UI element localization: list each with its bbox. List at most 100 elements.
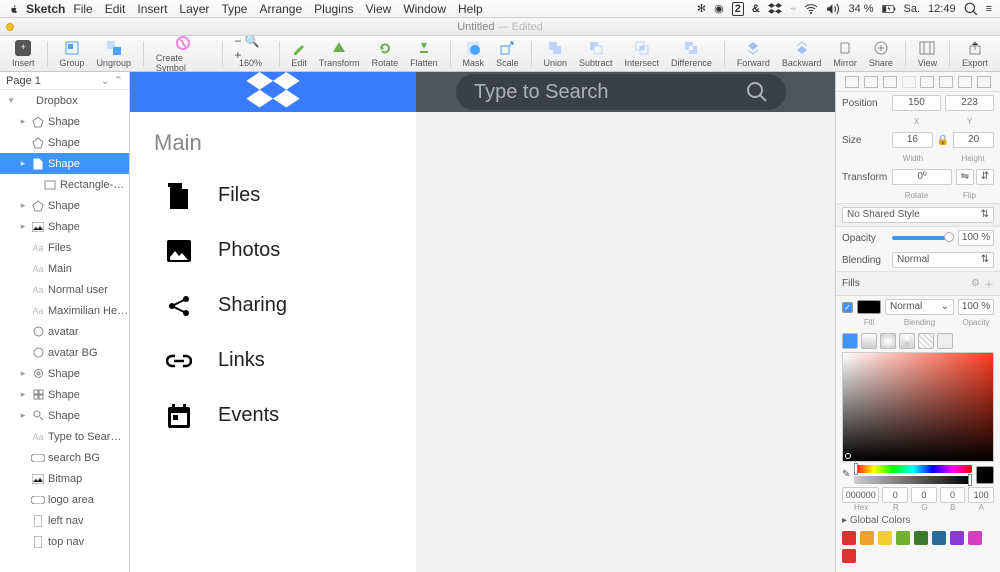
subtract-button[interactable]: Subtract (573, 39, 619, 68)
pages-header[interactable]: Page 1 ⌄⌃ (0, 72, 129, 90)
b-field[interactable]: 0 (940, 487, 966, 503)
group-button[interactable]: Group (53, 39, 90, 68)
tray-icon[interactable]: & (752, 3, 760, 15)
g-field[interactable]: 0 (911, 487, 937, 503)
menu-type[interactable]: Type (221, 2, 247, 16)
ungroup-button[interactable]: Ungroup (90, 39, 137, 68)
battery-icon[interactable] (882, 2, 896, 16)
union-button[interactable]: Union (537, 39, 573, 68)
hue-slider[interactable] (854, 465, 972, 473)
menu-edit[interactable]: Edit (105, 2, 126, 16)
global-colors-header[interactable]: ▸ Global Colors (836, 512, 1000, 529)
layer-item[interactable]: Rectangle-path (0, 174, 129, 195)
layer-item[interactable]: AaFiles (0, 237, 129, 258)
layer-item[interactable]: Bitmap (0, 468, 129, 489)
position-x-field[interactable]: 150 (892, 95, 941, 111)
tray-icon[interactable]: ✻ (697, 2, 706, 15)
layer-item[interactable]: logo area (0, 489, 129, 510)
scale-button[interactable]: Scale (490, 39, 525, 68)
layer-item[interactable]: AaNormal user (0, 279, 129, 300)
layer-item[interactable]: ▸Shape (0, 195, 129, 216)
edit-button[interactable]: Edit (285, 39, 313, 68)
layer-item[interactable]: ▸Shape (0, 384, 129, 405)
flip-v-button[interactable]: ⇵ (976, 169, 994, 185)
chevron-up-icon[interactable]: ⌃ (114, 74, 123, 87)
color-swatch[interactable] (842, 531, 856, 545)
layer-item[interactable]: AaType to Sear… (0, 426, 129, 447)
volume-icon[interactable] (826, 2, 840, 16)
menu-view[interactable]: View (366, 2, 392, 16)
color-swatch[interactable] (878, 531, 892, 545)
export-button[interactable]: Export (956, 39, 994, 68)
color-swatch[interactable] (950, 531, 964, 545)
shared-style-select[interactable]: No Shared Style⇅ (842, 207, 994, 223)
r-field[interactable]: 0 (882, 487, 908, 503)
fill-type-tabs[interactable] (836, 330, 1000, 352)
menu-help[interactable]: Help (458, 2, 483, 16)
flatten-button[interactable]: Flatten (404, 39, 444, 68)
bluetooth-icon[interactable]: ⌁ (790, 2, 797, 15)
alpha-slider[interactable] (854, 476, 972, 484)
rotate-field[interactable]: 0º (892, 169, 952, 185)
layer-item[interactable]: ▸Shape (0, 405, 129, 426)
width-field[interactable]: 16 (892, 132, 933, 148)
mirror-button[interactable]: Mirror (827, 39, 863, 68)
menu-file[interactable]: File (73, 2, 92, 16)
height-field[interactable]: 20 (953, 132, 994, 148)
alignment-controls[interactable] (836, 72, 1000, 92)
intersect-button[interactable]: Intersect (619, 39, 666, 68)
color-swatch[interactable] (968, 531, 982, 545)
fill-blend-select[interactable]: Normal⌄ (885, 299, 954, 315)
spotlight-icon[interactable] (964, 2, 978, 16)
layer-item[interactable]: avatar BG (0, 342, 129, 363)
add-icon[interactable]: ＋ (984, 276, 994, 291)
hex-field[interactable]: 000000 (842, 487, 879, 503)
create-symbol-button[interactable]: Create Symbol (150, 34, 216, 73)
tray-icon[interactable]: 2 (732, 2, 744, 16)
layer-item[interactable]: AaMain (0, 258, 129, 279)
apple-icon[interactable] (8, 3, 22, 15)
nav-files[interactable]: Files (130, 168, 416, 223)
color-swatch[interactable] (842, 549, 856, 563)
menu-insert[interactable]: Insert (137, 2, 167, 16)
opacity-field[interactable]: 100 % (958, 230, 994, 246)
gear-icon[interactable]: ⚙ (971, 278, 980, 289)
nav-links[interactable]: Links (130, 333, 416, 388)
difference-button[interactable]: Difference (665, 39, 718, 68)
canvas-area[interactable]: Type to Search Main Files Photos Sharing… (130, 72, 835, 572)
layer-item[interactable]: search BG (0, 447, 129, 468)
backward-button[interactable]: Backward (776, 39, 828, 68)
rotate-button[interactable]: Rotate (366, 39, 405, 68)
color-swatch[interactable] (860, 531, 874, 545)
global-swatches[interactable] (836, 529, 1000, 565)
menu-layer[interactable]: Layer (179, 2, 209, 16)
transform-button[interactable]: Transform (313, 39, 366, 68)
menu-icon[interactable]: ≡ (986, 3, 992, 15)
color-swatch[interactable] (914, 531, 928, 545)
layer-item[interactable]: AaMaximilian He… (0, 300, 129, 321)
menu-plugins[interactable]: Plugins (314, 2, 353, 16)
fill-opacity-field[interactable]: 100 % (958, 299, 994, 315)
chevron-down-icon[interactable]: ⌄ (101, 74, 110, 87)
search-field[interactable]: Type to Search (456, 74, 786, 110)
app-name[interactable]: Sketch (26, 2, 65, 16)
layer-item[interactable]: left nav (0, 510, 129, 531)
share-button[interactable]: Share (863, 39, 899, 68)
layer-item[interactable]: Shape (0, 132, 129, 153)
eyedropper-icon[interactable]: ✎ (842, 469, 850, 480)
menu-window[interactable]: Window (403, 2, 446, 16)
fill-enabled-checkbox[interactable]: ✓ (842, 302, 853, 313)
layer-item[interactable]: avatar (0, 321, 129, 342)
wifi-icon[interactable] (804, 2, 818, 16)
tray-icon[interactable]: ◉ (714, 2, 724, 15)
blending-select[interactable]: Normal⇅ (892, 252, 994, 268)
layer-item[interactable]: ▸Shape (0, 216, 129, 237)
color-swatch[interactable] (896, 531, 910, 545)
dropbox-tray-icon[interactable] (768, 2, 782, 16)
nav-photos[interactable]: Photos (130, 223, 416, 278)
fill-swatch[interactable] (857, 300, 881, 314)
insert-button[interactable]: +Insert (6, 39, 41, 68)
lock-icon[interactable]: 🔒 (937, 135, 949, 146)
mask-button[interactable]: Mask (457, 39, 491, 68)
color-swatch[interactable] (932, 531, 946, 545)
